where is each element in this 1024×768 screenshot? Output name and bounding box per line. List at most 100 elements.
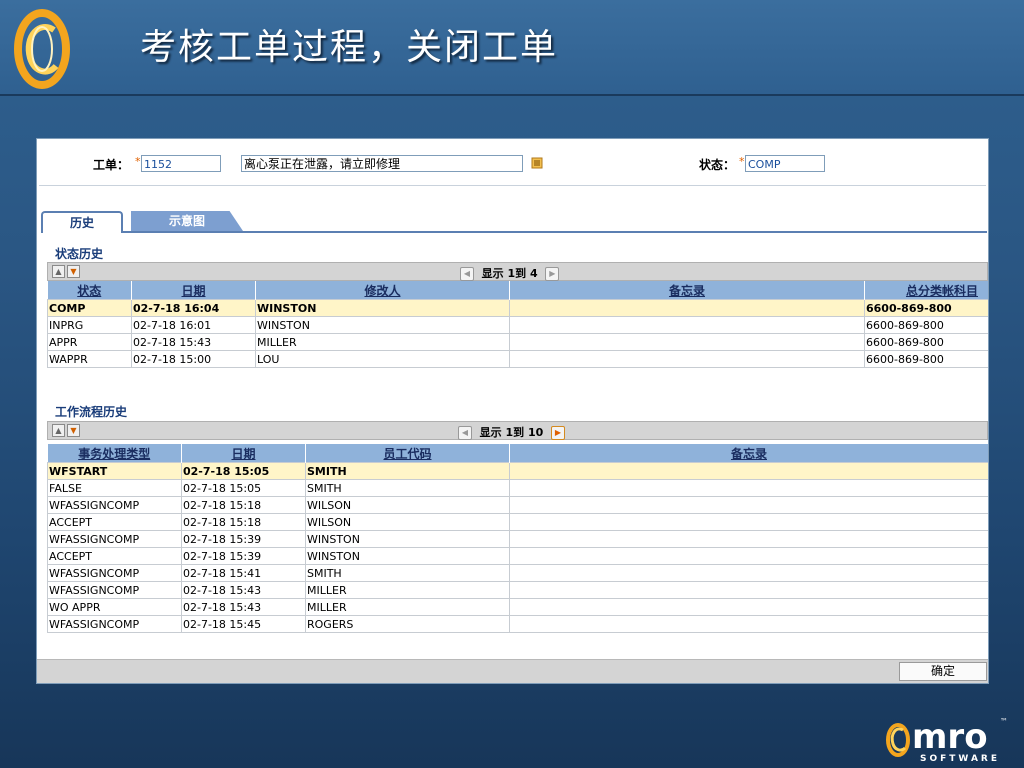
table-row[interactable]: WFASSIGNCOMP 02-7-18 15:41 SMITH (47, 564, 988, 582)
table-row[interactable]: FALSE 02-7-18 15:05 SMITH (47, 479, 988, 497)
workorder-input[interactable]: 1152 (141, 155, 221, 172)
table-cell (509, 598, 988, 616)
table-cell (509, 462, 988, 480)
footer-bar: 确定 (37, 659, 988, 683)
table-cell: WINSTON (255, 316, 510, 334)
table-cell: 02-7-18 15:43 (131, 333, 256, 351)
table-cell: WINSTON (255, 299, 510, 317)
table-cell: ROGERS (305, 615, 510, 633)
table-cell: WINSTON (305, 547, 510, 565)
table-cell: 6600-869-800 (864, 316, 988, 334)
table-cell: 6600-869-800 (864, 333, 988, 351)
table-cell: 02-7-18 15:00 (131, 350, 256, 368)
table-cell (509, 496, 988, 514)
status-input[interactable]: COMP (745, 155, 825, 172)
table-cell: WFASSIGNCOMP (47, 564, 182, 582)
table-row[interactable]: WFSTART 02-7-18 15:05 SMITH (47, 462, 988, 480)
status-history-toolbar: ▲ ▼ ◀ 显示 1到 4 ▶ (47, 262, 988, 281)
table-row[interactable]: ACCEPT 02-7-18 15:39 WINSTON (47, 547, 988, 565)
column-header[interactable]: 备忘录 (509, 281, 865, 300)
table-cell (509, 547, 988, 565)
column-header[interactable]: 事务处理类型 (47, 444, 182, 463)
workorder-form-bar: 工单： * 1152 离心泵正在泄露，请立即修理 状态： * COMP (39, 141, 986, 186)
table-cell: WFSTART (47, 462, 182, 480)
column-header[interactable]: 总分类帐科目 (864, 281, 988, 300)
next-page-icon[interactable]: ▶ (545, 267, 560, 281)
column-header[interactable]: 员工代码 (305, 444, 510, 463)
table-cell: MILLER (305, 598, 510, 616)
workflow-history-pager-text: 显示 1到 10 (479, 426, 544, 439)
sort-down-icon[interactable]: ▼ (67, 424, 80, 437)
tab-diagram[interactable]: 示意图 (131, 211, 243, 231)
column-header[interactable]: 修改人 (255, 281, 510, 300)
table-cell (509, 333, 865, 351)
table-cell: 6600-869-800 (864, 350, 988, 368)
table-cell: WILSON (305, 513, 510, 531)
table-cell (509, 513, 988, 531)
table-cell: WFASSIGNCOMP (47, 615, 182, 633)
column-header[interactable]: 日期 (131, 281, 256, 300)
table-row[interactable]: WO APPR 02-7-18 15:43 MILLER (47, 598, 988, 616)
table-cell: 02-7-18 16:04 (131, 299, 256, 317)
table-cell: 02-7-18 15:18 (181, 496, 306, 514)
table-row[interactable]: COMP 02-7-18 16:04 WINSTON 6600-869-800 (47, 299, 988, 317)
table-row[interactable]: ACCEPT 02-7-18 15:18 WILSON (47, 513, 988, 531)
required-mark: * (739, 155, 745, 168)
status-history-table: 状态 日期 修改人 备忘录 总分类帐科目 COMP 02-7-18 16:04 WI… (47, 281, 988, 368)
table-cell: COMP (47, 299, 132, 317)
table-cell: SMITH (305, 479, 510, 497)
table-cell: 02-7-18 16:01 (131, 316, 256, 334)
workflow-history-toolbar: ▲ ▼ ◀ 显示 1到 10 ▶ (47, 421, 988, 440)
ok-button[interactable]: 确定 (899, 662, 987, 681)
table-row[interactable]: WFASSIGNCOMP 02-7-18 15:18 WILSON (47, 496, 988, 514)
table-row[interactable]: INPRG 02-7-18 16:01 WINSTON 6600-869-800 (47, 316, 988, 334)
slide-title: 考核工单过程，关闭工单 (140, 27, 559, 68)
table-row[interactable]: WAPPR 02-7-18 15:00 LOU 6600-869-800 (47, 350, 988, 368)
table-cell: APPR (47, 333, 132, 351)
table-row[interactable]: WFASSIGNCOMP 02-7-18 15:45 ROGERS (47, 615, 988, 633)
status-history-title: 状态历史 (55, 247, 104, 261)
previous-page-icon[interactable]: ◀ (460, 267, 474, 281)
table-row[interactable]: APPR 02-7-18 15:43 MILLER 6600-869-800 (47, 333, 988, 351)
filter-icon[interactable]: ▲ (52, 265, 65, 278)
table-header-row: 事务处理类型 日期 员工代码 备忘录 (47, 444, 988, 463)
table-row[interactable]: WFASSIGNCOMP 02-7-18 15:39 WINSTON (47, 530, 988, 548)
table-cell: 02-7-18 15:39 (181, 547, 306, 565)
column-header[interactable]: 日期 (181, 444, 306, 463)
workflow-history-table: 事务处理类型 日期 员工代码 备忘录 WFSTART 02-7-18 15:05 S… (47, 444, 988, 633)
table-cell: WILSON (305, 496, 510, 514)
table-cell (509, 564, 988, 582)
long-description-icon[interactable] (531, 157, 543, 169)
table-cell (509, 581, 988, 599)
filter-icon[interactable]: ▲ (52, 424, 65, 437)
tab-bar: 历史 示意图 (41, 211, 987, 233)
brand-tagline: SOFTWARE (920, 754, 1000, 764)
table-header-row: 状态 日期 修改人 备忘录 总分类帐科目 (47, 281, 988, 300)
previous-page-icon[interactable]: ◀ (458, 426, 472, 440)
next-page-icon[interactable]: ▶ (550, 426, 565, 440)
workorder-history-panel: 工单： * 1152 离心泵正在泄露，请立即修理 状态： * COMP 历史 示… (36, 138, 989, 684)
tab-history[interactable]: 历史 (41, 211, 123, 233)
status-history-pager: ◀ 显示 1到 4 ▶ (460, 265, 560, 281)
table-cell: INPRG (47, 316, 132, 334)
brand-trademark: ™ (1000, 717, 1008, 726)
table-cell: WFASSIGNCOMP (47, 581, 182, 599)
table-row[interactable]: WFASSIGNCOMP 02-7-18 15:43 MILLER (47, 581, 988, 599)
status-history-pager-text: 显示 1到 4 (481, 267, 538, 280)
column-header[interactable]: 备忘录 (509, 444, 988, 463)
table-cell: WO APPR (47, 598, 182, 616)
table-cell: 02-7-18 15:05 (181, 479, 306, 497)
column-header[interactable]: 状态 (47, 281, 132, 300)
table-cell: 02-7-18 15:45 (181, 615, 306, 633)
table-cell (509, 316, 865, 334)
workflow-history-pager: ◀ 显示 1到 10 ▶ (458, 424, 565, 440)
table-cell (509, 530, 988, 548)
table-cell: WAPPR (47, 350, 132, 368)
table-cell: FALSE (47, 479, 182, 497)
sort-down-icon[interactable]: ▼ (67, 265, 80, 278)
workorder-label: 工单： (93, 158, 130, 172)
table-cell: SMITH (305, 564, 510, 582)
description-input[interactable]: 离心泵正在泄露，请立即修理 (241, 155, 523, 172)
table-cell: 02-7-18 15:41 (181, 564, 306, 582)
table-cell (509, 479, 988, 497)
